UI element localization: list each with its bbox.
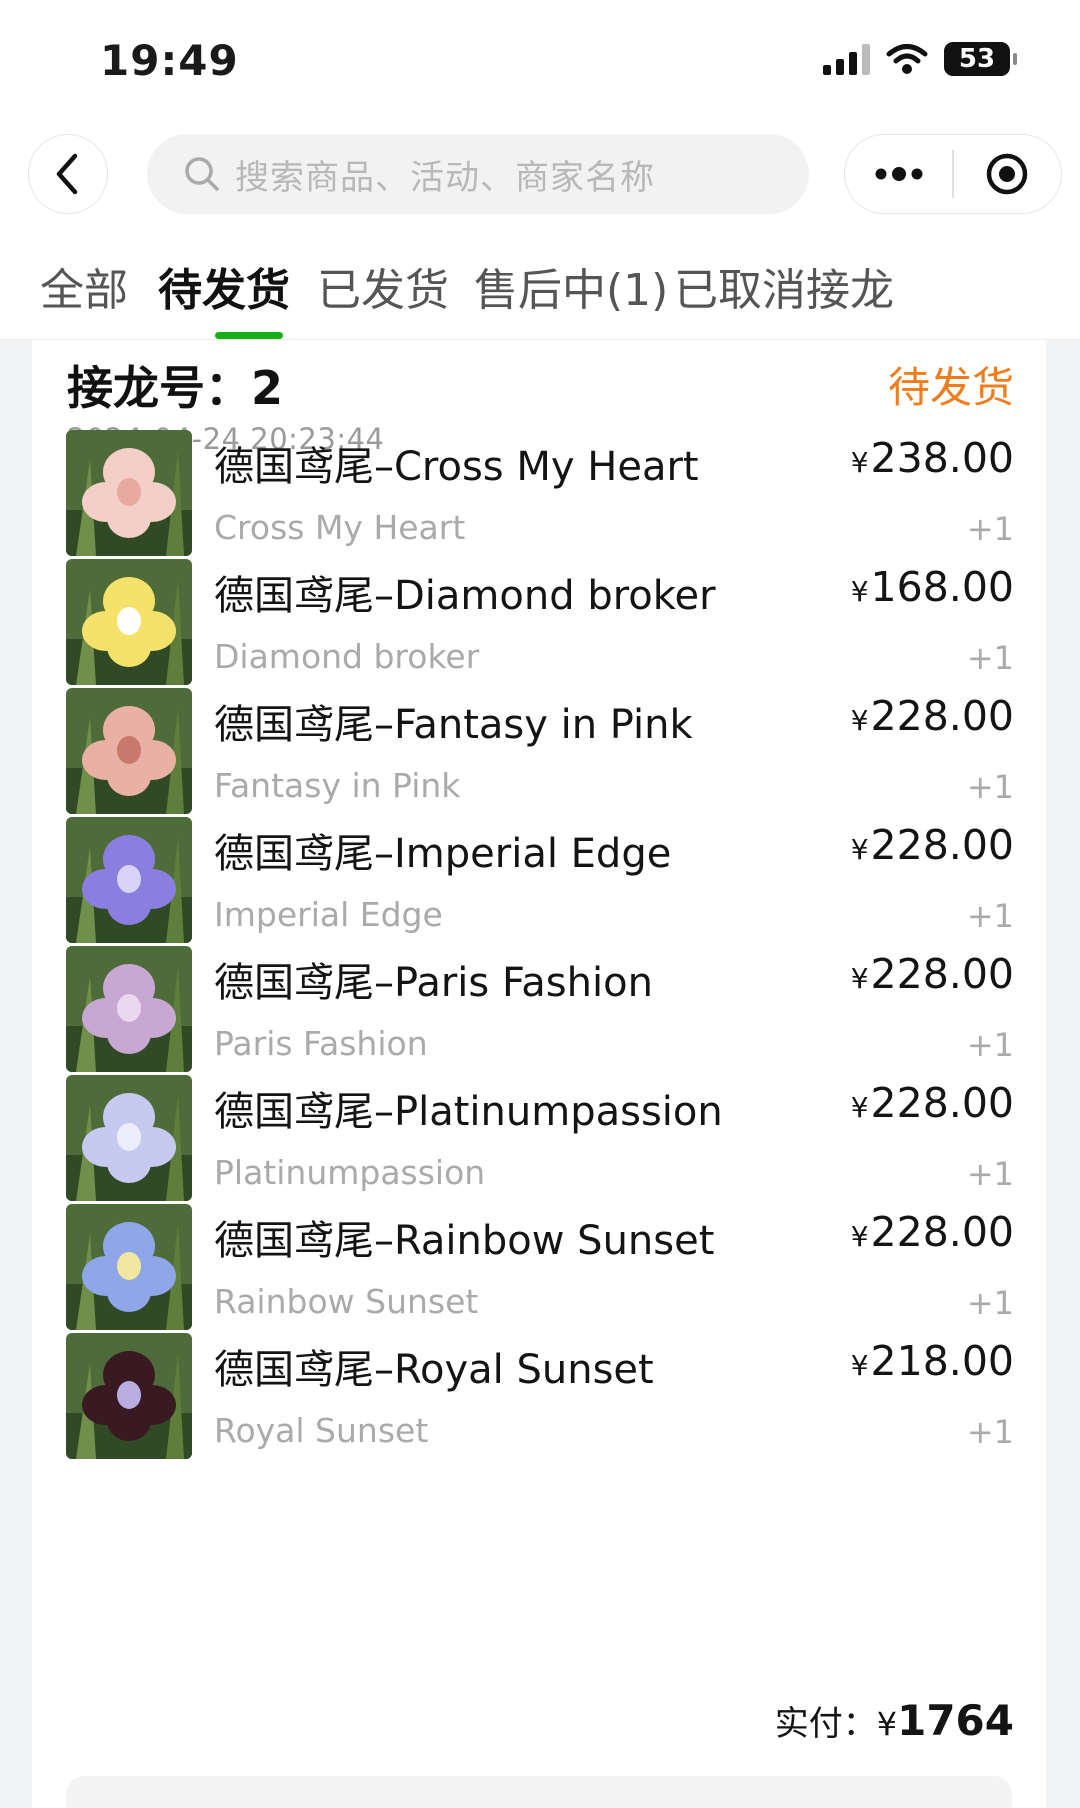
price-value: 228.00	[870, 821, 1014, 869]
order-card[interactable]: 接龙号：2 待发货 2024-04-24 20:23:44 德国鸢尾–Cross…	[32, 340, 1046, 1808]
price-value: 228.00	[870, 692, 1014, 740]
search-placeholder: 搜索商品、活动、商家名称	[235, 157, 655, 198]
signal-icon	[823, 43, 870, 75]
product-image	[66, 430, 192, 556]
product-image	[66, 1075, 192, 1201]
close-mini-program-button[interactable]	[954, 135, 1061, 213]
order-status-badge: 待发货	[887, 363, 1014, 412]
order-total: 实付：¥1764	[775, 1696, 1014, 1745]
price-value: 228.00	[870, 1079, 1014, 1127]
order-item-row[interactable]: 德国鸢尾–Imperial Edge Imperial Edge ¥228.00 +1	[32, 817, 1046, 947]
product-name: 德国鸢尾–Fantasy in Pink	[214, 702, 693, 748]
product-quantity: +1	[966, 768, 1014, 806]
order-number: 接龙号：2	[67, 361, 284, 415]
active-tab-indicator	[215, 332, 283, 339]
price-currency: ¥	[850, 1091, 869, 1124]
product-price: ¥228.00	[851, 1079, 1014, 1127]
more-button[interactable]	[845, 135, 952, 213]
price-value: 218.00	[870, 1337, 1014, 1385]
product-price: ¥228.00	[851, 692, 1014, 740]
price-value: 228.00	[870, 950, 1014, 998]
back-button[interactable]	[28, 134, 108, 214]
order-item-row[interactable]: 德国鸢尾–Fantasy in Pink Fantasy in Pink ¥228.…	[32, 688, 1046, 818]
product-quantity: +1	[966, 1284, 1014, 1322]
search-icon	[185, 157, 219, 191]
product-price: ¥168.00	[851, 563, 1014, 611]
product-variant: Fantasy in Pink	[214, 766, 461, 805]
next-section-box	[66, 1776, 1012, 1808]
price-currency: ¥	[850, 704, 869, 737]
product-quantity: +1	[966, 639, 1014, 677]
product-variant: Diamond broker	[214, 637, 480, 676]
order-item-row[interactable]: 德国鸢尾–Royal Sunset Royal Sunset ¥218.00 +1	[32, 1333, 1046, 1463]
total-label: 实付：	[774, 1704, 877, 1744]
product-image	[66, 1204, 192, 1330]
product-image	[66, 1333, 192, 1459]
status-icons: 53	[823, 42, 1017, 76]
price-currency: ¥	[850, 1220, 869, 1253]
price-currency: ¥	[850, 1349, 869, 1382]
tab-all[interactable]: 全部	[40, 254, 128, 318]
tab-after-sales[interactable]: 售后中(1)	[474, 254, 668, 318]
price-currency: ¥	[850, 575, 869, 608]
price-value: 228.00	[870, 1208, 1014, 1256]
product-variant: Cross My Heart	[214, 508, 466, 547]
battery-icon: 53	[944, 42, 1017, 76]
product-image	[66, 559, 192, 685]
product-price: ¥228.00	[851, 1208, 1014, 1256]
product-variant: Platinumpassion	[214, 1153, 486, 1192]
total-currency: ¥	[876, 1705, 898, 1743]
product-image	[66, 946, 192, 1072]
product-quantity: +1	[966, 1026, 1014, 1064]
product-quantity: +1	[966, 897, 1014, 935]
wifi-icon	[886, 44, 928, 74]
more-dots-icon	[875, 167, 923, 181]
status-time: 19:49	[100, 36, 239, 85]
price-currency: ¥	[850, 446, 869, 479]
back-chevron-icon	[56, 153, 78, 195]
order-item-row[interactable]: 德国鸢尾–Rainbow Sunset Rainbow Sunset ¥228.00…	[32, 1204, 1046, 1334]
price-currency: ¥	[850, 833, 869, 866]
target-icon	[987, 153, 1028, 195]
product-price: ¥228.00	[851, 950, 1014, 998]
product-quantity: +1	[966, 510, 1014, 548]
status-bar: 19:49 53	[0, 0, 1080, 118]
product-quantity: +1	[966, 1413, 1014, 1451]
price-value: 238.00	[870, 434, 1014, 482]
tab-pending-shipment[interactable]: 待发货	[158, 254, 290, 318]
product-name: 德国鸢尾–Imperial Edge	[214, 831, 672, 877]
tab-shipped[interactable]: 已发货	[317, 254, 449, 318]
product-variant: Paris Fashion	[214, 1024, 428, 1063]
mini-program-capsule	[844, 134, 1062, 214]
order-item-row[interactable]: 德国鸢尾–Diamond broker Diamond broker ¥168.00…	[32, 559, 1046, 689]
product-name: 德国鸢尾–Platinumpassion	[214, 1089, 723, 1135]
order-item-row[interactable]: 德国鸢尾–Paris Fashion Paris Fashion ¥228.00 +1	[32, 946, 1046, 1076]
product-quantity: +1	[966, 1155, 1014, 1193]
product-name: 德国鸢尾–Paris Fashion	[214, 960, 653, 1006]
product-price: ¥228.00	[851, 821, 1014, 869]
product-variant: Royal Sunset	[214, 1411, 429, 1450]
product-image	[66, 817, 192, 943]
product-name: 德国鸢尾–Cross My Heart	[214, 444, 699, 490]
order-tabs: 全部 待发货 已发货 售后中(1) 已取消接龙	[0, 230, 1080, 340]
product-name: 德国鸢尾–Rainbow Sunset	[214, 1218, 715, 1264]
product-variant: Rainbow Sunset	[214, 1282, 479, 1321]
total-value: 1764	[897, 1696, 1014, 1745]
order-item-row[interactable]: 德国鸢尾–Platinumpassion Platinumpassion ¥228.…	[32, 1075, 1046, 1205]
product-price: ¥238.00	[851, 434, 1014, 482]
product-name: 德国鸢尾–Royal Sunset	[214, 1347, 654, 1393]
tab-cancelled[interactable]: 已取消接龙	[674, 254, 894, 318]
product-variant: Imperial Edge	[214, 895, 443, 934]
price-value: 168.00	[870, 563, 1014, 611]
nav-bar: 搜索商品、活动、商家名称	[0, 118, 1080, 230]
order-item-row[interactable]: 德国鸢尾–Cross My Heart Cross My Heart ¥238.00…	[32, 430, 1046, 560]
product-image	[66, 688, 192, 814]
product-name: 德国鸢尾–Diamond broker	[214, 573, 716, 619]
search-input[interactable]: 搜索商品、活动、商家名称	[147, 134, 809, 214]
product-price: ¥218.00	[851, 1337, 1014, 1385]
price-currency: ¥	[850, 962, 869, 995]
